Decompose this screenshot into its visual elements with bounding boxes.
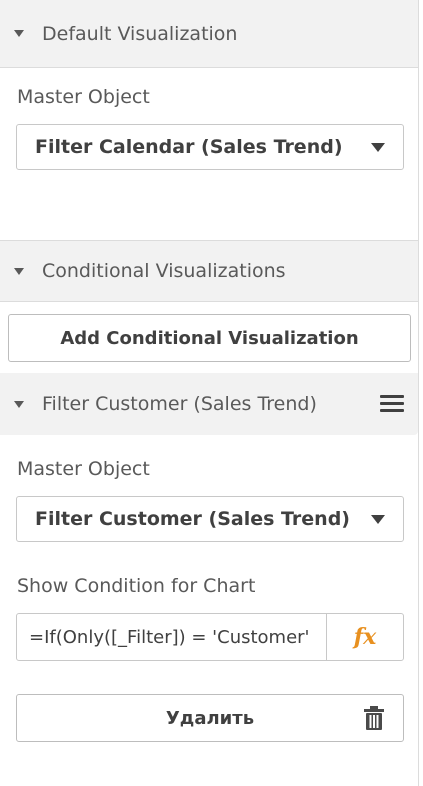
add-conditional-visualization-button[interactable]: Add Conditional Visualization <box>8 314 411 362</box>
item-master-object-dropdown[interactable]: Filter Customer (Sales Trend) <box>16 496 404 542</box>
item-master-object-value: Filter Customer (Sales Trend) <box>35 508 350 530</box>
fx-expression-icon[interactable]: fx <box>326 614 403 660</box>
show-condition-field: =If(Only([_Filter]) = 'Customer' fx <box>16 613 404 661</box>
master-object-label: Master Object <box>17 86 150 108</box>
conditional-item-header[interactable]: Filter Customer (Sales Trend) <box>0 373 418 435</box>
delete-label: Удалить <box>165 707 255 729</box>
delete-button[interactable]: Удалить <box>16 694 404 742</box>
caret-down-icon <box>14 267 24 275</box>
item-master-object-label: Master Object <box>17 458 150 480</box>
trash-icon <box>364 706 384 730</box>
conditional-visualizations-title: Conditional Visualizations <box>42 260 286 282</box>
caret-down-icon <box>14 400 24 408</box>
conditional-item-title: Filter Customer (Sales Trend) <box>42 393 317 415</box>
hamburger-menu-icon[interactable] <box>380 395 404 413</box>
master-object-dropdown[interactable]: Filter Calendar (Sales Trend) <box>16 124 404 170</box>
caret-down-icon <box>14 30 24 37</box>
show-condition-input[interactable]: =If(Only([_Filter]) = 'Customer' <box>17 614 326 660</box>
default-visualization-title: Default Visualization <box>42 22 238 45</box>
conditional-visualizations-header[interactable]: Conditional Visualizations <box>0 240 418 302</box>
default-visualization-header[interactable]: Default Visualization <box>0 0 418 68</box>
dropdown-arrow-icon <box>371 514 385 524</box>
properties-panel: Default Visualization Master Object Filt… <box>0 0 419 786</box>
show-condition-label: Show Condition for Chart <box>17 575 256 597</box>
master-object-value: Filter Calendar (Sales Trend) <box>35 136 343 158</box>
dropdown-arrow-icon <box>371 142 385 152</box>
